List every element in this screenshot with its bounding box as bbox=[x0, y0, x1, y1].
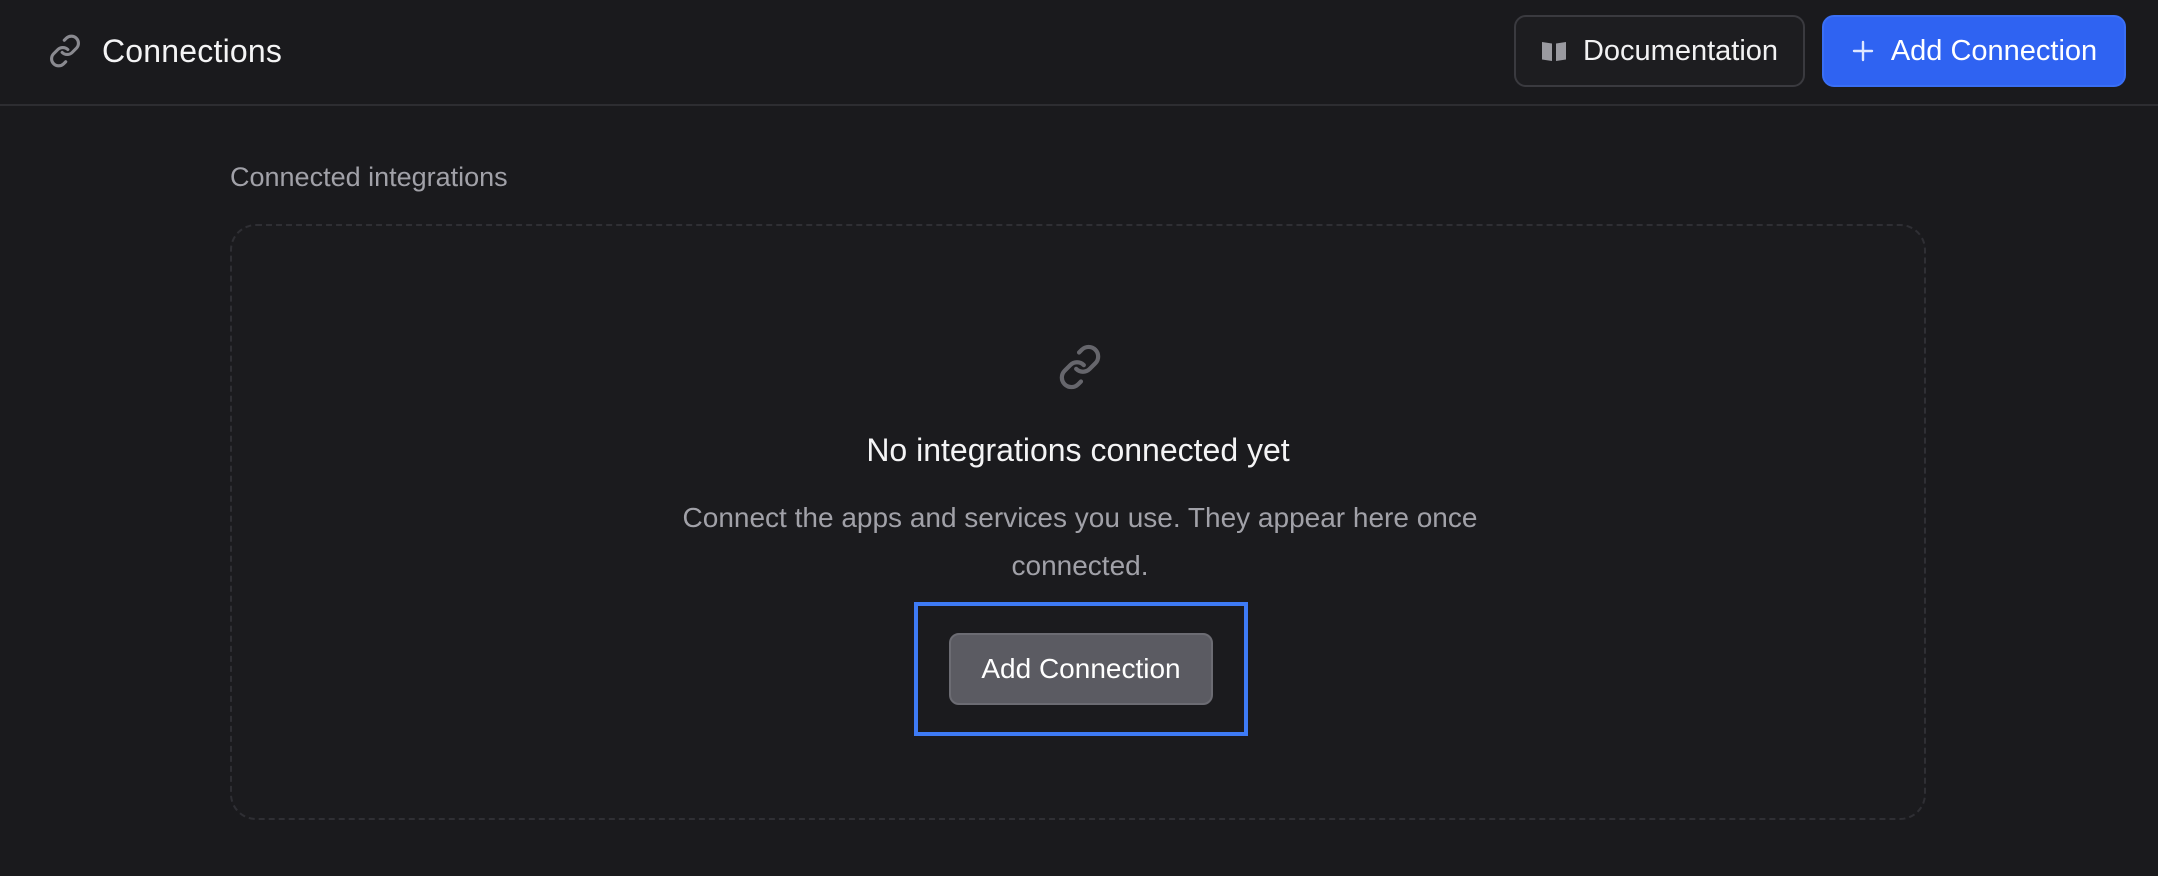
focus-highlight: Add Connection bbox=[914, 602, 1248, 736]
documentation-label: Documentation bbox=[1582, 34, 1779, 67]
documentation-button[interactable]: Documentation bbox=[1514, 15, 1805, 87]
link-icon bbox=[48, 34, 82, 68]
page-heading: Connections bbox=[48, 28, 282, 74]
plus-icon bbox=[1851, 39, 1875, 63]
book-icon bbox=[1541, 40, 1567, 62]
page-title: Connections bbox=[102, 32, 283, 69]
empty-state-add-connection-button[interactable]: Add Connection bbox=[949, 633, 1213, 705]
section-label: Connected integrations bbox=[230, 162, 508, 192]
empty-state-description: Connect the apps and services you use. T… bbox=[682, 502, 1478, 581]
empty-state-card: No integrations connected yet Connect th… bbox=[230, 224, 1926, 820]
link-icon bbox=[1057, 344, 1103, 390]
top-bar: Connections Documentation Add Connection bbox=[0, 0, 2158, 106]
add-connection-label: Add Connection bbox=[1890, 34, 2098, 67]
add-connection-button[interactable]: Add Connection bbox=[1822, 15, 2126, 87]
empty-state-title: No integrations connected yet bbox=[866, 432, 1290, 468]
